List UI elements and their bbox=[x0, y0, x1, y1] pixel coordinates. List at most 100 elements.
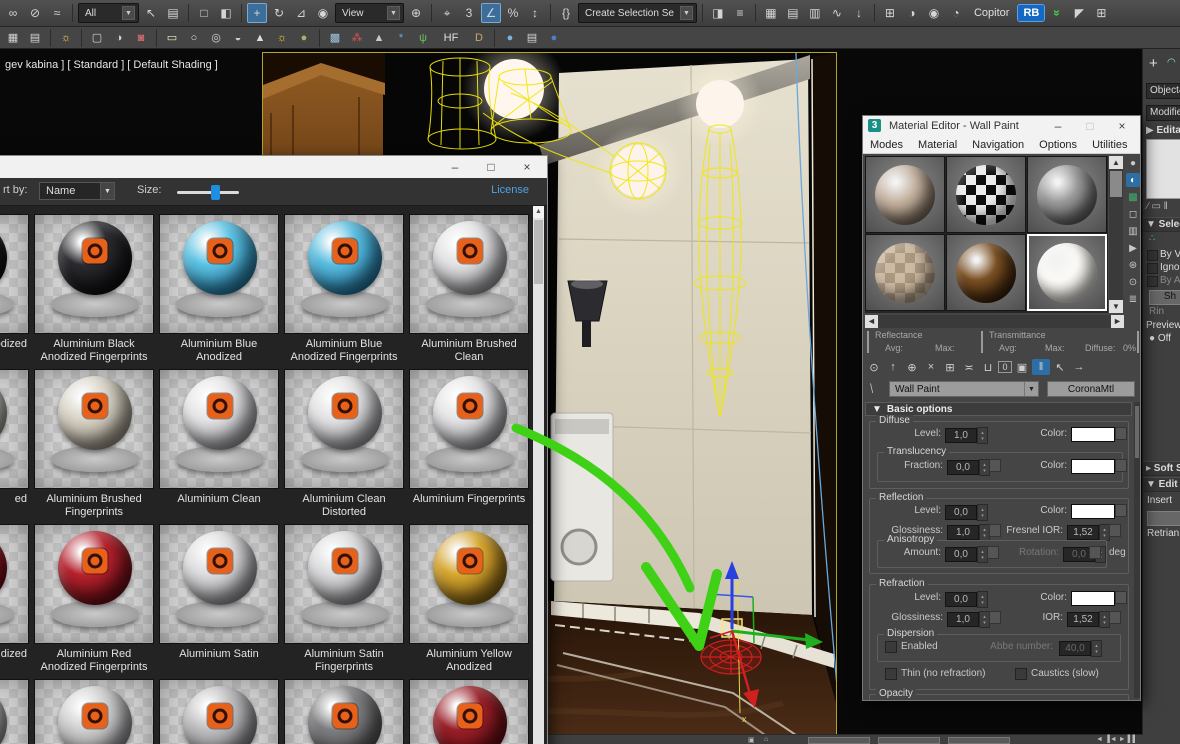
material-card[interactable]: Aluminium Clean Distorted bbox=[284, 369, 404, 524]
library-scrollbar[interactable]: ▲ bbox=[533, 206, 544, 744]
sphere-primitive-icon[interactable]: ● bbox=[294, 29, 314, 47]
ignore-backfacing-checkbox[interactable] bbox=[1147, 263, 1158, 274]
close-icon[interactable]: × bbox=[511, 156, 543, 178]
material-slot[interactable] bbox=[1027, 234, 1107, 311]
material-thumbnail[interactable] bbox=[34, 524, 154, 644]
rollout-scrollbar[interactable] bbox=[1134, 402, 1140, 698]
select-and-link-icon[interactable]: ∞ bbox=[3, 3, 23, 23]
rendered-frame-window-icon[interactable]: ◑ bbox=[902, 3, 922, 23]
material-thumbnail[interactable] bbox=[284, 679, 404, 744]
pointer-icon[interactable]: ◤ bbox=[1069, 3, 1089, 23]
pick-material-icon[interactable]: ∕ bbox=[866, 382, 877, 393]
pattern-icon[interactable]: ▩ bbox=[325, 29, 345, 47]
particles-icon[interactable]: ⁂ bbox=[347, 29, 367, 47]
diffuse-color-map-button[interactable] bbox=[1115, 427, 1127, 440]
rollout-soft-selection[interactable]: ▸ Soft S bbox=[1143, 461, 1180, 476]
minimize-icon[interactable]: – bbox=[1042, 116, 1074, 136]
maximize-icon[interactable]: □ bbox=[475, 156, 507, 178]
menu-item[interactable]: Material bbox=[918, 139, 957, 151]
translucency-fraction-spinner[interactable]: 0,0 ▴ ▾ bbox=[947, 459, 990, 476]
modifier-stack-box[interactable] bbox=[1146, 139, 1180, 199]
render-setup-icon[interactable]: ⊞ bbox=[880, 3, 900, 23]
cone-primitive-icon[interactable]: ▲ bbox=[250, 29, 270, 47]
material-card[interactable]: Aluminium Satin bbox=[159, 524, 279, 679]
refraction-glossiness-spinner[interactable]: 1,0 ▴ ▾ bbox=[947, 611, 990, 628]
sample-type-icon[interactable]: ● bbox=[1126, 156, 1140, 170]
assign-material-icon[interactable]: ⊕ bbox=[903, 359, 921, 375]
curve-editor-icon[interactable]: ∿ bbox=[827, 3, 847, 23]
material-card[interactable]: ed bbox=[0, 369, 29, 524]
scroll-down-icon[interactable]: ▼ bbox=[1109, 300, 1123, 313]
tower-icon[interactable]: ▲ bbox=[369, 29, 389, 47]
abbe-number-spinner[interactable]: 40,0 ▴ ▾ bbox=[1059, 640, 1102, 657]
rollout-basic-options[interactable]: ▼ Basic options bbox=[865, 402, 1132, 416]
get-material-icon[interactable]: ⊙ bbox=[865, 359, 883, 375]
translucency-color-swatch[interactable] bbox=[1071, 459, 1115, 474]
fresnel-ior-spinner[interactable]: 1,52 ▴ ▾ bbox=[1067, 524, 1110, 541]
angle-snap-icon[interactable]: ∠ bbox=[481, 3, 501, 23]
license-link[interactable]: License bbox=[491, 184, 529, 196]
ior-spinner[interactable]: 1,52 ▴ ▾ bbox=[1067, 611, 1110, 628]
material-thumbnail[interactable] bbox=[0, 214, 29, 334]
backlight-icon[interactable]: ◐ bbox=[1126, 173, 1140, 187]
material-thumbnail[interactable] bbox=[0, 369, 29, 489]
refraction-glossiness-map-button[interactable] bbox=[989, 611, 1001, 624]
window-crossing-icon[interactable]: ◧ bbox=[216, 3, 236, 23]
retriangulate-label[interactable]: Retrian bbox=[1147, 528, 1180, 539]
make-unique-icon[interactable]: ≍ bbox=[960, 359, 978, 375]
selected-light-disc[interactable] bbox=[700, 639, 762, 675]
material-navigator-icon[interactable]: ≣ bbox=[1126, 292, 1140, 306]
material-slot[interactable] bbox=[946, 234, 1026, 311]
material-thumbnail[interactable] bbox=[34, 679, 154, 744]
video-color-check-icon[interactable]: ▥ bbox=[1126, 224, 1140, 238]
close-icon[interactable]: × bbox=[1106, 116, 1138, 136]
material-thumbnail[interactable] bbox=[284, 369, 404, 489]
dispersion-enabled-checkbox[interactable] bbox=[885, 641, 897, 653]
coin-d-icon[interactable]: D bbox=[469, 29, 489, 47]
grid-table-a-icon[interactable]: ▦ bbox=[3, 29, 23, 47]
material-editor-titlebar[interactable]: 3 Material Editor - Wall Paint – □ × bbox=[863, 116, 1140, 136]
caustics-checkbox[interactable] bbox=[1015, 668, 1027, 680]
box-primitive-icon[interactable]: ▭ bbox=[162, 29, 182, 47]
reflection-glossiness-spinner[interactable]: 1,0 ▴ ▾ bbox=[947, 524, 990, 541]
material-card[interactable]: odized bbox=[0, 214, 29, 369]
material-card[interactable]: Aluminium Blue Anodized Fingerprints bbox=[284, 214, 404, 369]
reflection-glossiness-map-button[interactable] bbox=[989, 524, 1001, 537]
material-slot[interactable] bbox=[865, 234, 945, 311]
menu-item[interactable]: Navigation bbox=[972, 139, 1024, 151]
plane-primitive-icon[interactable]: ○ bbox=[184, 29, 204, 47]
scroll-up-icon[interactable]: ▲ bbox=[1109, 156, 1123, 169]
preview-off-radio[interactable]: ● Off bbox=[1149, 333, 1180, 344]
rollout-edit-borders[interactable]: ▼ Edit B bbox=[1143, 477, 1180, 492]
make-preview-icon[interactable]: ▶ bbox=[1126, 241, 1140, 255]
teapot-primitive-icon[interactable]: ◒ bbox=[228, 29, 248, 47]
scene-explorer-icon[interactable]: ▤ bbox=[783, 3, 803, 23]
translucency-fraction-map-button[interactable] bbox=[989, 459, 1001, 472]
render-iterative-icon[interactable]: ◔ bbox=[946, 3, 966, 23]
layer-manager-icon[interactable]: ▦ bbox=[761, 3, 781, 23]
slots-horizontal-scrollbar[interactable]: ◄ ► bbox=[865, 315, 1124, 328]
material-thumbnail[interactable] bbox=[409, 214, 529, 334]
material-slot[interactable] bbox=[865, 156, 945, 233]
by-vertex-checkbox[interactable] bbox=[1147, 250, 1158, 261]
scrollbar-thumb[interactable] bbox=[534, 220, 543, 284]
reflection-color-map-button[interactable] bbox=[1115, 504, 1127, 517]
scroll-right-icon[interactable]: ► bbox=[1111, 315, 1124, 328]
material-thumbnail[interactable] bbox=[0, 679, 29, 744]
material-card[interactable] bbox=[0, 679, 29, 744]
tab-icon[interactable]: ◠ bbox=[1167, 57, 1180, 68]
light-lister-icon[interactable]: ☼ bbox=[56, 29, 76, 47]
slots-vertical-scrollbar[interactable]: ▲ ▼ bbox=[1109, 156, 1123, 313]
put-to-library-icon[interactable]: ⊔ bbox=[979, 359, 997, 375]
viewport-label[interactable]: gev kabina ] [ Standard ] [ Default Shad… bbox=[5, 59, 218, 71]
object-name-field[interactable]: Object46 bbox=[1146, 83, 1180, 99]
material-thumbnail[interactable] bbox=[409, 679, 529, 744]
selection-lock-icon[interactable]: ▣ bbox=[748, 736, 755, 744]
material-card[interactable]: Aluminium Satin Fingerprints bbox=[284, 524, 404, 679]
material-thumbnail[interactable] bbox=[284, 524, 404, 644]
material-card[interactable]: Aluminium Clean bbox=[159, 369, 279, 524]
coordinate-x-field[interactable] bbox=[808, 737, 870, 744]
select-and-rotate-icon[interactable]: ↻ bbox=[269, 3, 289, 23]
anisotropy-amount-map-button[interactable] bbox=[987, 546, 999, 559]
material-type-button[interactable]: CoronaMtl bbox=[1047, 381, 1135, 397]
